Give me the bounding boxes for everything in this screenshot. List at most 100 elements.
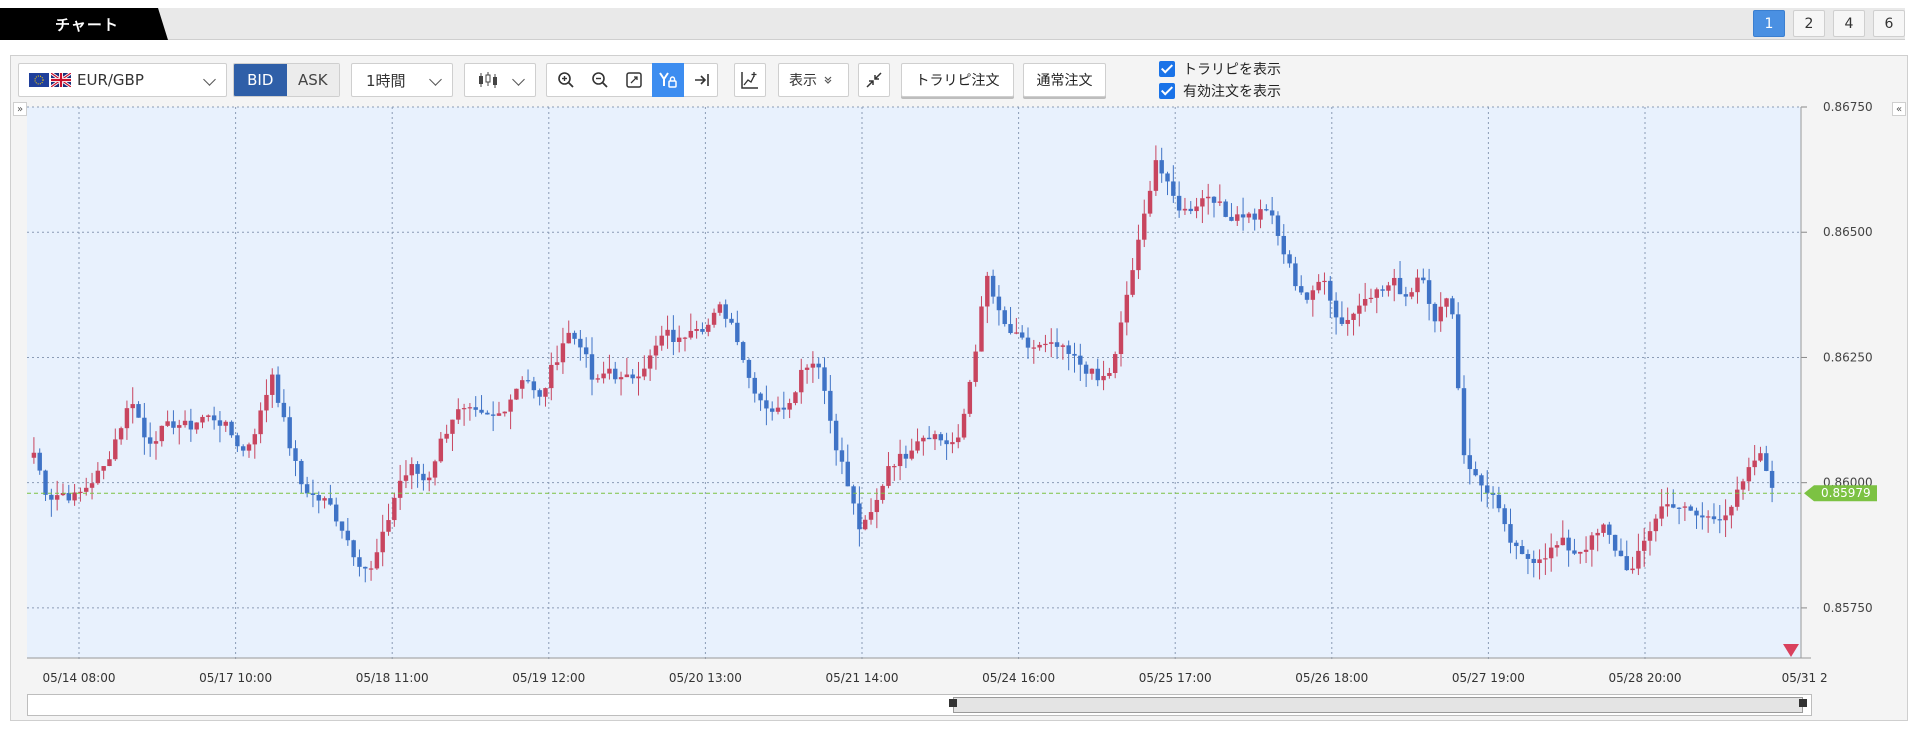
x-axis-label: 05/19 12:00 — [512, 671, 585, 685]
candle-body — [1467, 455, 1473, 470]
candle-body — [1246, 213, 1252, 218]
plot-background — [27, 107, 1801, 658]
candle-body — [1258, 209, 1263, 220]
candle-body — [386, 520, 391, 532]
candle-body — [1351, 313, 1356, 320]
candle-body — [775, 407, 781, 412]
candle-body — [200, 416, 205, 423]
candle-body — [1095, 368, 1100, 381]
candle-body — [1235, 214, 1240, 221]
candle-body — [322, 498, 327, 501]
candle-body — [1182, 208, 1188, 211]
chart-navigator[interactable] — [27, 694, 1812, 716]
candle-body — [746, 359, 752, 378]
candle-body — [624, 374, 630, 378]
candle-body — [665, 329, 670, 336]
candle-body — [804, 367, 810, 370]
y-axis-label: 0.86500 — [1823, 225, 1873, 239]
candle-body — [886, 466, 891, 486]
candle-body — [1368, 297, 1374, 300]
y-axis-label: 0.86750 — [1823, 100, 1873, 114]
candle-body — [473, 407, 478, 410]
candle-body — [43, 470, 48, 495]
candle-body — [84, 487, 89, 492]
candle-body — [659, 335, 664, 346]
candlestick-chart[interactable]: 0.867500.865000.862500.860000.8575005/14… — [11, 56, 1891, 692]
candle-body — [1450, 298, 1455, 315]
candle-body — [1147, 190, 1153, 214]
candle-body — [915, 441, 920, 451]
x-axis-label: 05/14 08:00 — [43, 671, 116, 685]
candle-body — [1153, 160, 1159, 191]
candle-body — [1205, 196, 1211, 199]
candle-body — [769, 408, 775, 412]
candle-body — [1252, 213, 1257, 220]
candle-body — [752, 377, 757, 394]
candle-body — [235, 435, 240, 447]
candle-body — [270, 374, 275, 395]
candle-body — [153, 441, 159, 444]
candle-body — [892, 466, 897, 468]
candle-body — [828, 390, 833, 421]
candle-body — [996, 296, 1002, 311]
candle-body — [1624, 556, 1629, 571]
candle-body — [1601, 524, 1606, 533]
candle-body — [1142, 213, 1147, 240]
candle-body — [1043, 343, 1048, 346]
layout-2-button[interactable]: 2 — [1793, 10, 1825, 37]
candle-body — [403, 475, 409, 481]
candle-body — [1659, 506, 1664, 519]
candle-body — [194, 422, 199, 430]
candle-body — [380, 531, 385, 553]
candle-body — [793, 392, 798, 404]
candle-body — [543, 388, 548, 397]
x-axis-label: 05/26 18:00 — [1295, 671, 1368, 685]
candle-body — [409, 464, 414, 476]
candle-body — [275, 374, 281, 403]
candle-body — [1386, 285, 1391, 291]
navigator-left-handle[interactable] — [949, 699, 957, 707]
candle-body — [1345, 319, 1350, 324]
navigator-right-handle[interactable] — [1799, 699, 1807, 707]
candle-body — [990, 275, 996, 297]
candle-body — [101, 466, 106, 471]
layout-1-button[interactable]: 1 — [1753, 10, 1785, 37]
candle-body — [1008, 324, 1013, 334]
candle-body — [1589, 535, 1595, 550]
x-axis-label: 05/31 2 — [1782, 671, 1828, 685]
candle-body — [729, 318, 734, 323]
candle-body — [188, 420, 194, 430]
candle-body — [1723, 515, 1728, 521]
navigator-window[interactable] — [953, 697, 1803, 713]
layout-6-button[interactable]: 6 — [1873, 10, 1905, 37]
candle-body — [415, 464, 420, 474]
candle-body — [1397, 277, 1403, 295]
chart-tab[interactable]: チャート — [0, 8, 168, 40]
candle-body — [1159, 160, 1164, 174]
candle-body — [293, 448, 298, 461]
candle-body — [799, 369, 804, 393]
candle-body — [909, 450, 914, 459]
candle-body — [177, 425, 182, 428]
candle-body — [851, 486, 856, 504]
candle-body — [1496, 494, 1502, 509]
candle-body — [1444, 298, 1449, 307]
candle-body — [1223, 201, 1228, 217]
layout-4-button[interactable]: 4 — [1833, 10, 1865, 37]
candle-body — [240, 446, 246, 451]
candle-body — [694, 329, 699, 331]
expand-right-panel-button[interactable]: « — [1892, 102, 1906, 116]
candle-body — [496, 413, 502, 416]
candle-body — [357, 557, 362, 567]
candle-body — [368, 568, 374, 570]
candle-body — [1676, 507, 1682, 509]
candle-body — [502, 411, 507, 414]
candle-body — [1392, 277, 1397, 286]
candle-body — [89, 483, 95, 488]
candle-body — [252, 434, 258, 445]
candle-body — [1089, 368, 1095, 374]
candle-body — [921, 437, 926, 442]
candle-body — [1525, 554, 1531, 559]
candle-body — [839, 450, 845, 462]
candle-body — [1415, 277, 1420, 293]
